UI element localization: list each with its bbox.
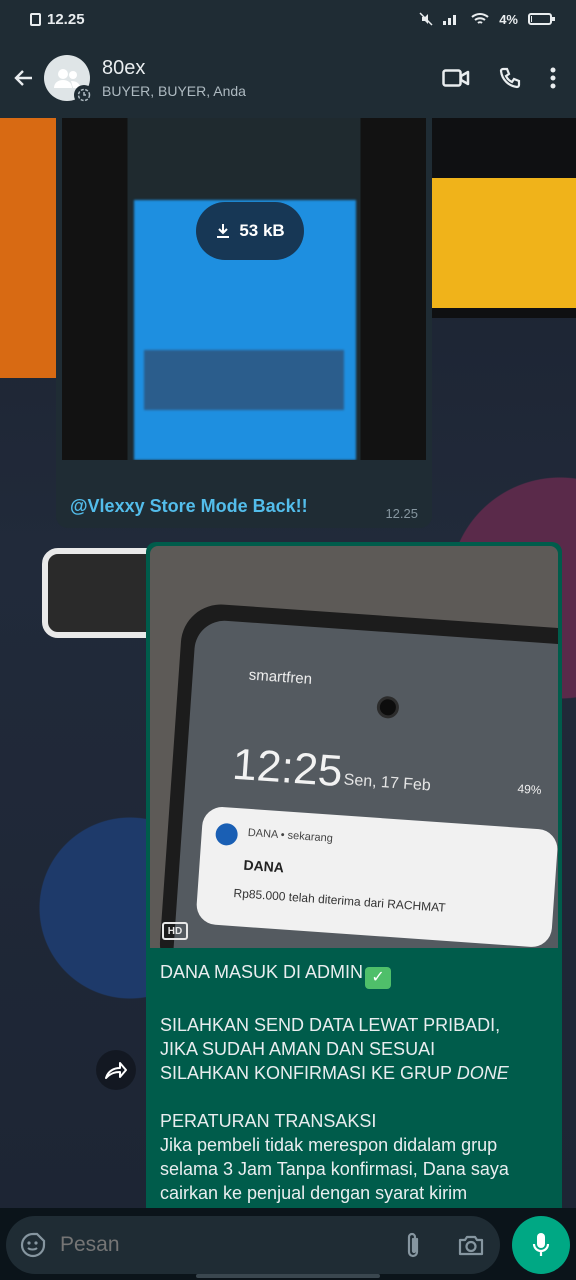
status-time: 12.25 [47,10,85,28]
battery-icon [528,13,555,25]
voice-record-button[interactable] [512,1216,570,1274]
notif-title: DANA [243,856,285,876]
notif-body: Rp85.000 telah diterima dari RACHMAT [233,886,447,915]
video-call-icon[interactable] [442,68,470,88]
home-indicator[interactable] [196,1274,380,1278]
hd-badge: HD [162,922,188,940]
composer-bar [0,1208,576,1280]
notif-app: DANA • sekarang [247,826,334,845]
composer [6,1216,500,1274]
status-bar: 12.25 4% [0,0,576,38]
image-caption[interactable]: @Vlexxy Store Mode Back!! [70,496,308,517]
photo-attachment[interactable]: smartfren 12:25 Sen, 17 Feb 49% DANA • s… [150,546,558,948]
msg-rules-body: Jika pembeli tidak merespon didalam grup… [160,1135,509,1203]
camera-button[interactable] [456,1230,486,1260]
image-thumbnail[interactable]: 53 kB [62,118,426,460]
arrow-left-icon [14,70,32,86]
disappearing-badge [74,85,94,105]
phone-icon[interactable] [498,66,522,90]
download-size: 53 kB [239,221,285,240]
msg-para2-l1: SILAHKAN SEND DATA LEWAT PRIBADI, [160,1015,501,1035]
wifi-icon [471,13,489,24]
back-button[interactable] [4,58,44,98]
chat-title: 80ex [102,57,146,79]
photo-clock: 12:25 [230,739,345,797]
photo-camera-hole [376,695,400,720]
download-icon [217,224,230,238]
mute-icon [419,12,433,26]
chat-header: 80ex BUYER, BUYER, Anda [0,38,576,118]
msg-rules-title: PERATURAN TRANSAKSI [160,1111,377,1131]
sticker-icon[interactable] [20,1232,46,1258]
photo-carrier: smartfren [248,666,313,688]
group-avatar[interactable] [44,55,94,105]
signal-icon [443,15,457,25]
paperclip-icon [407,1232,419,1258]
group-icon [54,69,80,88]
forward-button[interactable] [96,1050,136,1090]
battery-fill [531,16,532,22]
msg-done: DONE [456,1063,509,1083]
incoming-image-message[interactable]: 53 kB @Vlexxy Store Mode Back!! 12.25 [56,118,432,528]
camera-icon [458,1235,484,1256]
chat-title-block[interactable]: 80ex BUYER, BUYER, Anda [102,57,246,99]
chat-participants: BUYER, BUYER, Anda [102,83,246,99]
wallpaper-shape [430,178,576,308]
attach-button[interactable] [398,1230,428,1260]
timer-icon [77,88,91,102]
wallpaper-shape [0,118,60,378]
message-time: 12.25 [385,506,418,521]
msg-para2-l2: JIKA SUDAH AMAN DAN SESUAI [160,1039,436,1059]
photo-date: Sen, 17 Feb [343,771,432,795]
mic-icon [532,1233,550,1256]
dana-app-icon [214,822,239,847]
chat-area[interactable]: 53 kB @Vlexxy Store Mode Back!! 12.25 sm… [0,118,576,1208]
outgoing-message[interactable]: smartfren 12:25 Sen, 17 Feb 49% DANA • s… [146,542,562,1208]
battery-text: 4% [499,11,518,27]
photo-notification: DANA • sekarang DANA Rp85.000 telah dite… [195,805,558,948]
message-input[interactable] [60,1233,398,1257]
message-text: DANA MASUK DI ADMIN ✓ SILAHKAN SEND DATA … [160,960,550,1208]
msg-line-1: DANA MASUK DI ADMIN [160,962,364,982]
check-mark-icon: ✓ [365,967,392,989]
photo-phone: smartfren 12:25 Sen, 17 Feb 49% DANA • s… [157,601,558,948]
forward-icon [105,1062,127,1079]
sim-icon [30,12,41,26]
msg-para2-l3: SILAHKAN KONFIRMASI KE GRUP [160,1063,457,1083]
photo-battery: 49% [517,781,542,798]
more-vert-icon[interactable] [550,67,556,89]
download-button[interactable]: 53 kB [196,202,304,260]
